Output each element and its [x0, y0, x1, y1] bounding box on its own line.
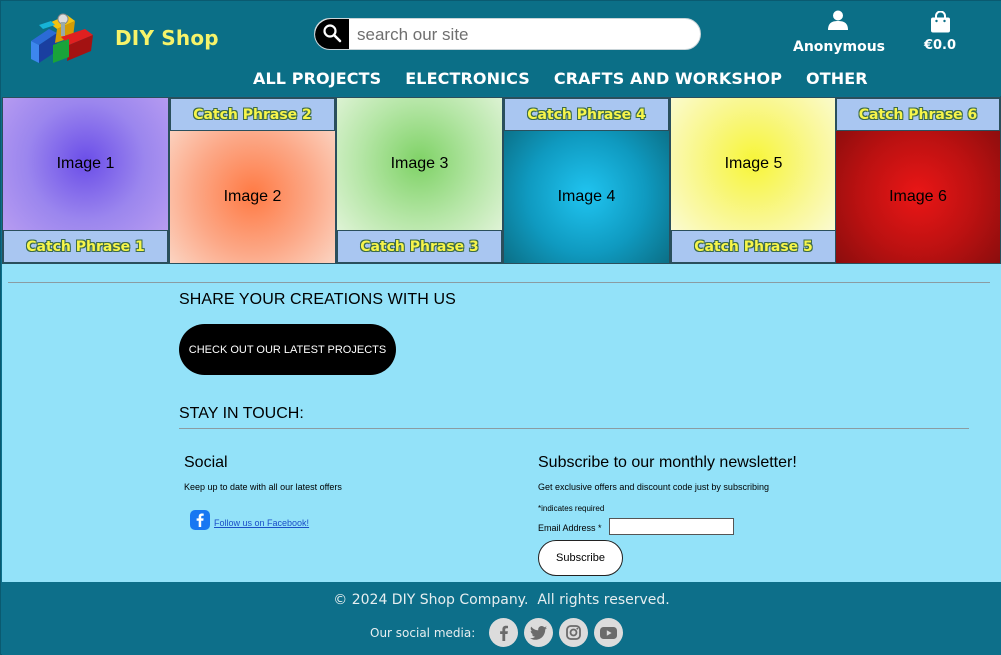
catch-phrase: Catch Phrase 2 — [170, 98, 335, 131]
nav-other[interactable]: OTHER — [794, 67, 880, 91]
facebook-link[interactable]: Follow us on Facebook! — [190, 510, 309, 535]
social-text: Keep up to date with all our latest offe… — [184, 482, 342, 492]
gallery-item-3[interactable]: Image 3 Catch Phrase 3 — [336, 97, 503, 264]
account-label: Anonymous — [792, 39, 886, 55]
gallery-image: Image 6 — [836, 131, 1000, 263]
gallery-item-2[interactable]: Catch Phrase 2 Image 2 — [169, 97, 336, 264]
user-icon — [827, 9, 849, 36]
catch-phrase: Catch Phrase 1 — [3, 230, 168, 263]
facebook-link-label: Follow us on Facebook! — [214, 517, 310, 528]
subscribe-button[interactable]: Subscribe — [538, 540, 623, 576]
facebook-icon[interactable] — [489, 618, 518, 647]
cart-total: €0.0 — [923, 38, 957, 53]
brand-name[interactable]: DIY Shop — [115, 26, 219, 50]
share-heading: SHARE YOUR CREATIONS WITH US — [179, 291, 456, 308]
catch-phrase: Catch Phrase 6 — [836, 98, 1000, 131]
search-input[interactable] — [351, 19, 696, 49]
gallery-item-4[interactable]: Catch Phrase 4 Image 4 — [503, 97, 670, 264]
cart-button[interactable]: €0.0 — [916, 9, 964, 55]
divider — [179, 428, 969, 429]
gallery-image: Image 3 — [337, 98, 502, 230]
newsletter-text: Get exclusive offers and discount code j… — [538, 482, 769, 492]
catch-phrase: Catch Phrase 4 — [504, 98, 669, 131]
newsletter-heading: Subscribe to our monthly newsletter! — [538, 454, 797, 471]
site-footer: © 2024 DIY Shop Company. All rights rese… — [2, 582, 1001, 655]
main-nav: ALL PROJECTS ELECTRONICS CRAFTS AND WORK… — [241, 67, 880, 91]
youtube-icon[interactable] — [594, 618, 623, 647]
gallery-image: Image 2 — [170, 131, 335, 263]
catch-phrase: Catch Phrase 5 — [671, 230, 836, 263]
search-bar — [314, 18, 701, 50]
nav-crafts-and-workshop[interactable]: CRAFTS AND WORKSHOP — [542, 67, 794, 91]
account-button[interactable]: Anonymous — [791, 7, 887, 57]
nav-electronics[interactable]: ELECTRONICS — [393, 67, 542, 91]
search-icon — [322, 23, 342, 48]
stay-in-touch-heading: STAY IN TOUCH: — [179, 405, 304, 422]
email-field[interactable] — [609, 518, 734, 535]
diy-shop-logo-icon[interactable] — [27, 11, 97, 69]
email-label: Email Address * — [538, 523, 602, 533]
social-media-label: Our social media: — [370, 626, 476, 640]
gallery-item-5[interactable]: Image 5 Catch Phrase 5 — [670, 97, 837, 264]
gallery-image: Image 1 — [3, 98, 168, 230]
copyright-text: © 2024 DIY Shop Company. All rights rese… — [333, 592, 670, 608]
instagram-icon[interactable] — [559, 618, 588, 647]
search-button[interactable] — [315, 19, 349, 49]
facebook-icon — [190, 510, 210, 535]
divider — [8, 282, 990, 283]
nav-all-projects[interactable]: ALL PROJECTS — [241, 67, 393, 91]
required-note: *indicates required — [538, 504, 605, 513]
latest-projects-button[interactable]: CHECK OUT OUR LATEST PROJECTS — [179, 324, 396, 375]
social-icons — [489, 618, 623, 647]
hero-gallery: Image 1 Catch Phrase 1 Catch Phrase 2 Im… — [2, 97, 1001, 264]
social-heading: Social — [184, 454, 228, 471]
shopping-bag-icon — [930, 10, 951, 38]
site-header: DIY Shop Anonymous — [1, 1, 1001, 96]
catch-phrase: Catch Phrase 3 — [337, 230, 502, 263]
gallery-item-6[interactable]: Catch Phrase 6 Image 6 — [835, 97, 1001, 264]
gallery-image: Image 5 — [671, 98, 836, 230]
gallery-image: Image 4 — [504, 131, 669, 263]
twitter-icon[interactable] — [524, 618, 553, 647]
gallery-item-1[interactable]: Image 1 Catch Phrase 1 — [2, 97, 169, 264]
main-content: SHARE YOUR CREATIONS WITH US CHECK OUT O… — [2, 264, 1001, 582]
